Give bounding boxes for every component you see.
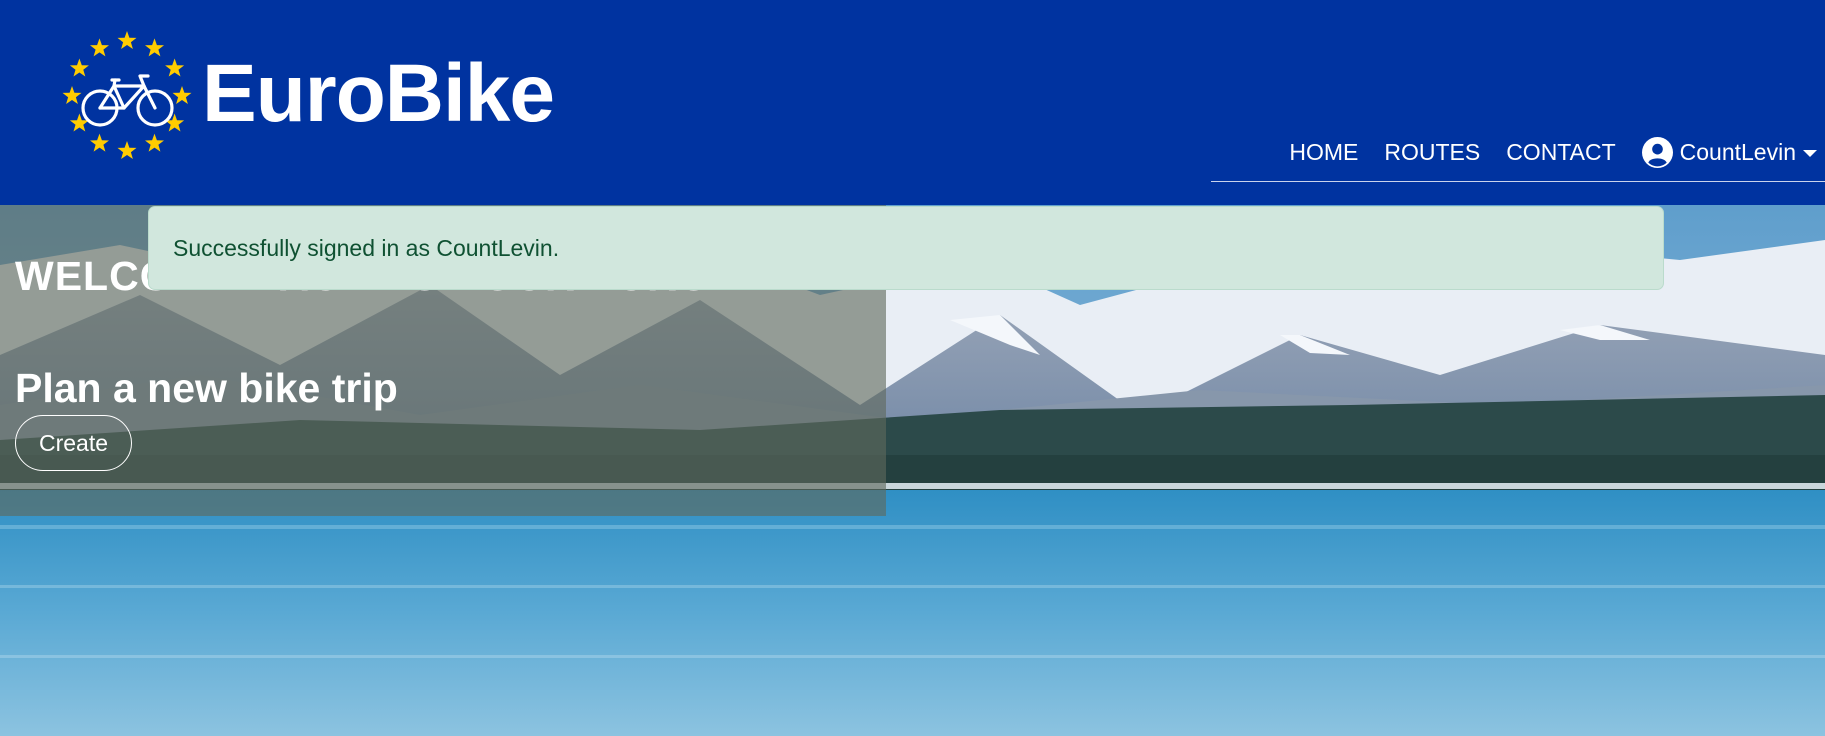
nav-contact-link[interactable]: CONTACT — [1506, 132, 1615, 172]
success-alert: Successfully signed in as CountLevin. — [148, 206, 1664, 290]
caret-down-icon — [1803, 149, 1817, 157]
nav-divider — [1211, 181, 1825, 182]
brand-link[interactable]: EuroBike — [62, 28, 555, 170]
eu-stars-bicycle-icon — [62, 31, 192, 159]
username-label: CountLevin — [1679, 139, 1796, 165]
main-nav: HOME ROUTES CONTACT CountLevin — [1289, 132, 1817, 172]
user-menu-toggle[interactable]: CountLevin — [1641, 132, 1817, 172]
plan-trip-heading: Plan a new bike trip — [15, 365, 398, 411]
nav-routes-link[interactable]: ROUTES — [1384, 132, 1480, 172]
site-header: EuroBike HOME ROUTES CONTACT CountLevin — [0, 0, 1825, 205]
create-trip-button[interactable]: Create — [15, 415, 132, 471]
alert-message: Successfully signed in as CountLevin. — [173, 234, 560, 261]
brand-name: EuroBike — [202, 48, 555, 139]
user-circle-icon — [1641, 136, 1673, 168]
nav-home-link[interactable]: HOME — [1289, 132, 1358, 172]
